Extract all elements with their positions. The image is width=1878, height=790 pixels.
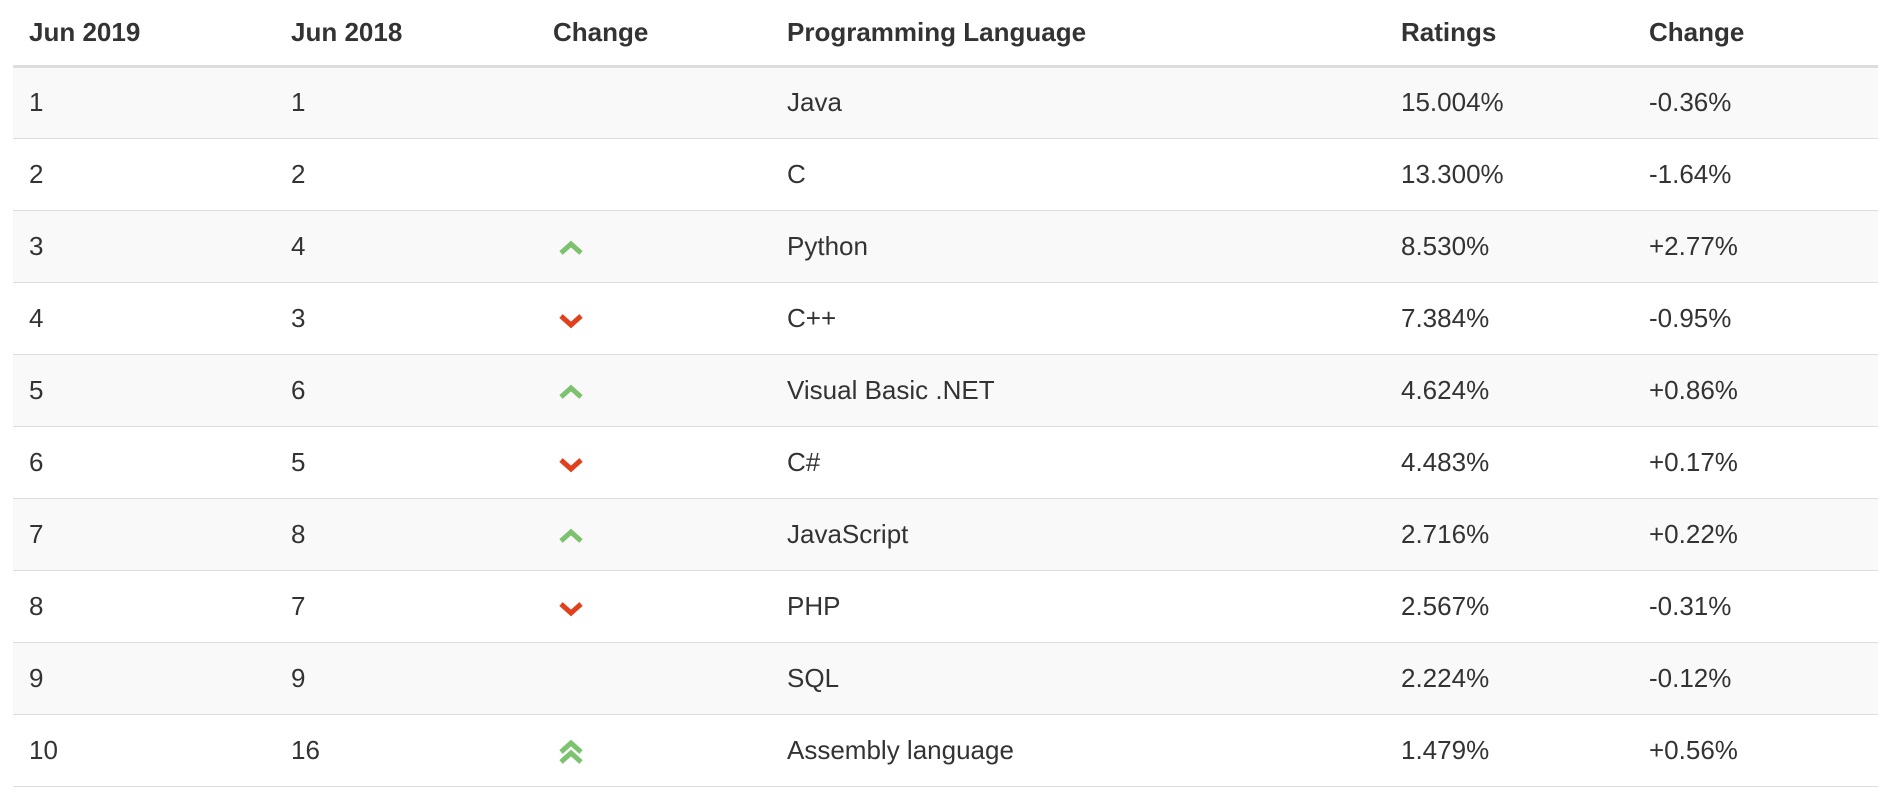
cell-rank-2019: 9 (13, 642, 275, 715)
cell-rating: 8.530% (1385, 210, 1633, 283)
cell-trend (537, 714, 771, 787)
cell-trend (537, 210, 771, 283)
chevron-up-icon (557, 522, 585, 550)
table-row: 4 3 C++ 7.384% -0.95% (13, 282, 1878, 355)
cell-trend (537, 354, 771, 427)
cell-rating-change: -0.31% (1633, 570, 1878, 643)
cell-language: Java (771, 66, 1385, 139)
cell-rank-2018: 16 (275, 714, 537, 787)
cell-trend (537, 570, 771, 643)
cell-rank-2018: 7 (275, 570, 537, 643)
cell-language: C# (771, 426, 1385, 499)
cell-rating-change: +2.77% (1633, 210, 1878, 283)
cell-rank-2018: 5 (275, 426, 537, 499)
cell-language: C (771, 138, 1385, 211)
chevron-down-icon (557, 306, 585, 334)
cell-trend (537, 66, 771, 139)
cell-rank-2019: 5 (13, 354, 275, 427)
cell-rating: 4.483% (1385, 426, 1633, 499)
cell-rating: 13.300% (1385, 138, 1633, 211)
cell-language: Visual Basic .NET (771, 354, 1385, 427)
cell-rating: 2.716% (1385, 498, 1633, 571)
chevron-up-icon (557, 378, 585, 406)
cell-rating: 15.004% (1385, 66, 1633, 139)
ranking-table-container: Jun 2019 Jun 2018 Change Programming Lan… (13, 0, 1878, 787)
cell-rank-2018: 1 (275, 66, 537, 139)
chevron-up-icon (557, 234, 585, 262)
header-jun-2019[interactable]: Jun 2019 (13, 0, 275, 68)
cell-rating-change: -0.36% (1633, 66, 1878, 139)
cell-rank-2019: 6 (13, 426, 275, 499)
cell-rating-change: +0.56% (1633, 714, 1878, 787)
header-ratings[interactable]: Ratings (1385, 0, 1633, 68)
cell-trend (537, 138, 771, 211)
header-programming-language[interactable]: Programming Language (771, 0, 1385, 68)
cell-rank-2018: 4 (275, 210, 537, 283)
cell-rank-2019: 1 (13, 66, 275, 139)
cell-trend (537, 426, 771, 499)
cell-rank-2019: 10 (13, 714, 275, 787)
programming-language-ranking-table: Jun 2019 Jun 2018 Change Programming Lan… (13, 0, 1878, 787)
cell-language: SQL (771, 642, 1385, 715)
cell-rank-2019: 4 (13, 282, 275, 355)
cell-trend (537, 498, 771, 571)
cell-language: C++ (771, 282, 1385, 355)
cell-rating: 1.479% (1385, 714, 1633, 787)
cell-rating: 2.224% (1385, 642, 1633, 715)
cell-rating: 2.567% (1385, 570, 1633, 643)
cell-rating-change: +0.17% (1633, 426, 1878, 499)
cell-trend (537, 642, 771, 715)
cell-rating-change: -0.95% (1633, 282, 1878, 355)
cell-rating-change: +0.22% (1633, 498, 1878, 571)
table-row: 9 9 SQL 2.224% -0.12% (13, 642, 1878, 715)
cell-rank-2018: 6 (275, 354, 537, 427)
table-row: 3 4 Python 8.530% +2.77% (13, 210, 1878, 283)
table-body: 1 1 Java 15.004% -0.36% 2 2 C 13.300% -1.64% 3 4 Pyt… (13, 66, 1878, 787)
cell-rank-2018: 2 (275, 138, 537, 211)
cell-language: JavaScript (771, 498, 1385, 571)
cell-rank-2019: 7 (13, 498, 275, 571)
cell-rank-2018: 9 (275, 642, 537, 715)
cell-rank-2018: 3 (275, 282, 537, 355)
cell-rank-2018: 8 (275, 498, 537, 571)
cell-language: Python (771, 210, 1385, 283)
table-row: 7 8 JavaScript 2.716% +0.22% (13, 498, 1878, 571)
cell-rating: 4.624% (1385, 354, 1633, 427)
cell-rating-change: -0.12% (1633, 642, 1878, 715)
header-jun-2018[interactable]: Jun 2018 (275, 0, 537, 68)
cell-rank-2019: 3 (13, 210, 275, 283)
cell-rating-change: -1.64% (1633, 138, 1878, 211)
table-header-row: Jun 2019 Jun 2018 Change Programming Lan… (13, 0, 1878, 68)
chevron-down-icon (557, 594, 585, 622)
table-row: 10 16 Assembly language 1.479% +0.56% (13, 714, 1878, 787)
cell-rank-2019: 8 (13, 570, 275, 643)
table-row: 2 2 C 13.300% -1.64% (13, 138, 1878, 211)
double-chevron-up-icon (557, 738, 585, 766)
table-row: 8 7 PHP 2.567% -0.31% (13, 570, 1878, 643)
cell-language: Assembly language (771, 714, 1385, 787)
header-rank-change[interactable]: Change (537, 0, 771, 68)
cell-rating: 7.384% (1385, 282, 1633, 355)
table-row: 5 6 Visual Basic .NET 4.624% +0.86% (13, 354, 1878, 427)
cell-rating-change: +0.86% (1633, 354, 1878, 427)
table-row: 6 5 C# 4.483% +0.17% (13, 426, 1878, 499)
header-ratings-change[interactable]: Change (1633, 0, 1878, 68)
cell-rank-2019: 2 (13, 138, 275, 211)
chevron-down-icon (557, 450, 585, 478)
table-row: 1 1 Java 15.004% -0.36% (13, 66, 1878, 139)
cell-trend (537, 282, 771, 355)
cell-language: PHP (771, 570, 1385, 643)
